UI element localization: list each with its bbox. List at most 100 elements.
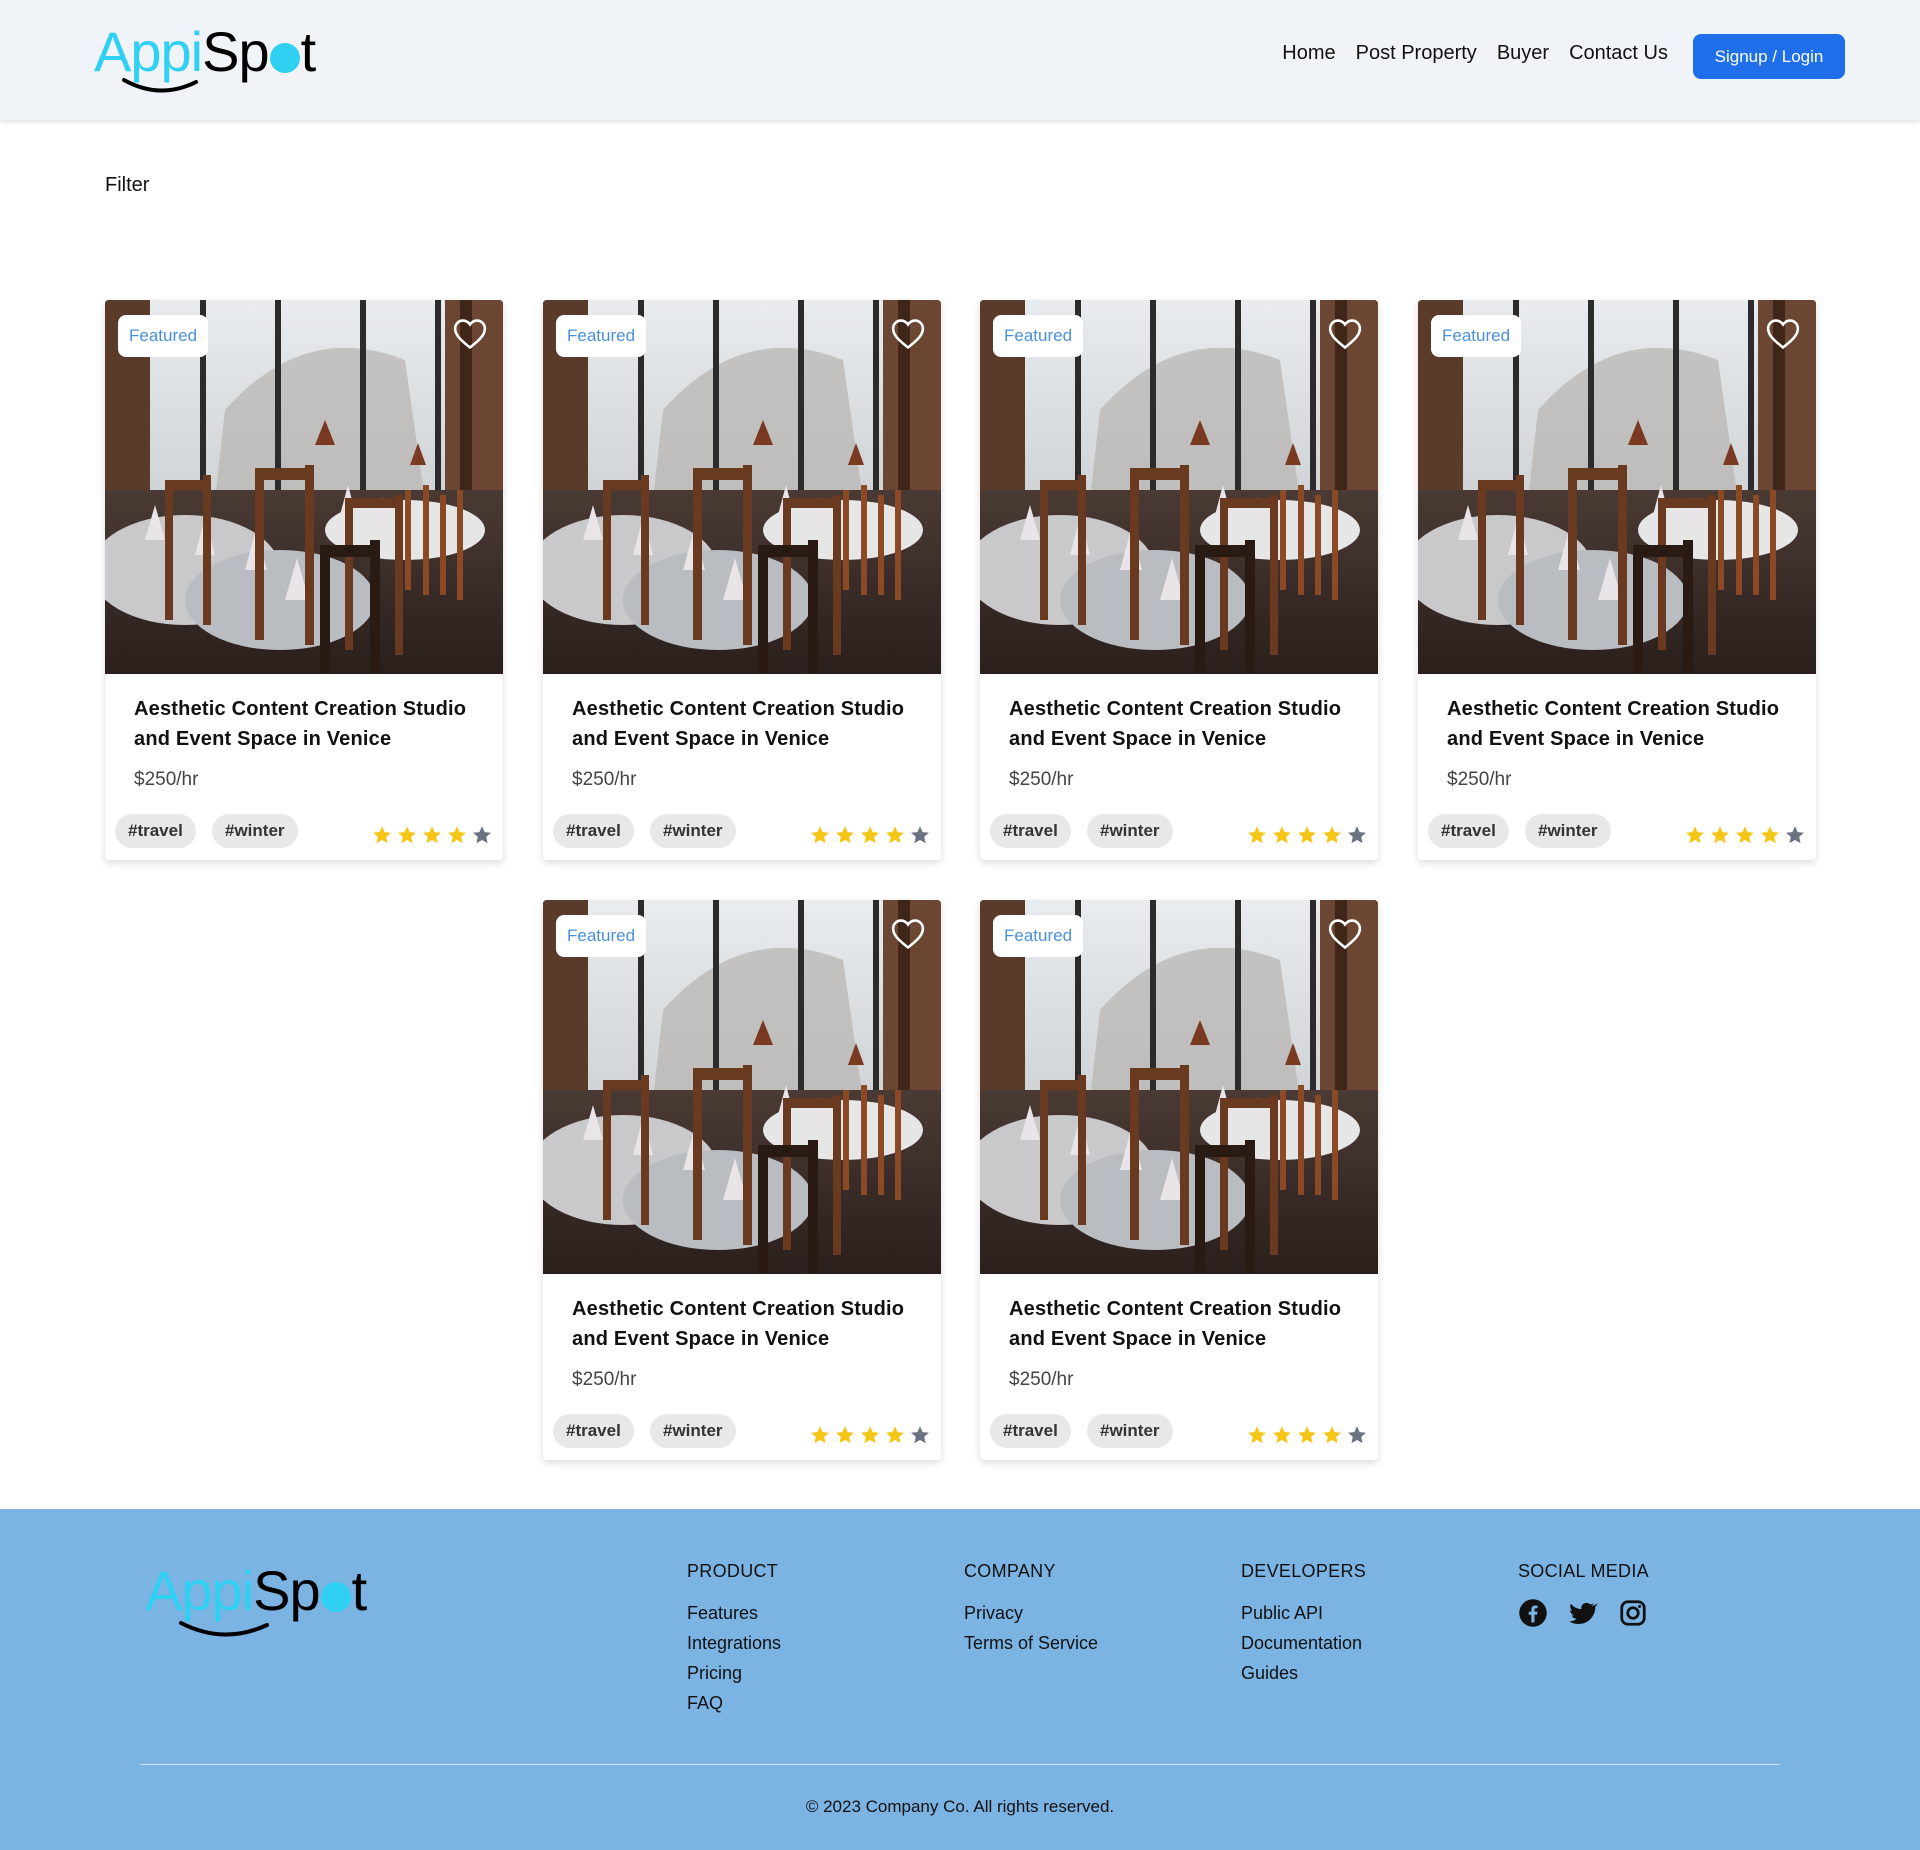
footer-heading: SOCIAL MEDIA (1518, 1561, 1649, 1581)
footer-link-guides[interactable]: Guides (1241, 1658, 1366, 1688)
star-empty-icon (911, 826, 929, 844)
listing-title[interactable]: Aesthetic Content Creation Studio and Ev… (572, 1294, 922, 1354)
tag-chip[interactable]: #travel (115, 814, 196, 848)
featured-badge: Featured (1431, 315, 1522, 357)
listing-card[interactable]: Featured Aesthetic Content Creation Stud… (543, 900, 941, 1460)
listing-card[interactable]: Featured Aesthetic Content Creation Stud… (980, 300, 1378, 860)
footer-link-pricing[interactable]: Pricing (687, 1658, 781, 1688)
tag-chip[interactable]: #winter (650, 1414, 736, 1448)
footer-link-documentation[interactable]: Documentation (1241, 1628, 1366, 1658)
star-filled-icon (836, 826, 854, 844)
listing-price: $250/hr (1009, 769, 1074, 790)
copyright-text: © 2023 Company Co. All rights reserved. (805, 1797, 1115, 1816)
rating-stars (1246, 1424, 1368, 1446)
footer-column-product: PRODUCT Features Integrations Pricing FA… (687, 1561, 781, 1718)
tag-chip[interactable]: #winter (212, 814, 298, 848)
tag-chip[interactable]: #travel (990, 1414, 1071, 1448)
heart-icon (891, 319, 925, 350)
listing-card[interactable]: Featured Aesthetic Content Creation Stud… (1418, 300, 1816, 860)
logo-dot (269, 43, 300, 73)
listing-title[interactable]: Aesthetic Content Creation Studio and Ev… (134, 694, 484, 754)
listing-card[interactable]: Featured Aesthetic Content Creation Stud… (543, 300, 941, 860)
footer-column-developers: DEVELOPERS Public API Documentation Guid… (1241, 1561, 1366, 1688)
footer-link-features[interactable]: Features (687, 1598, 781, 1628)
favorite-button[interactable] (453, 318, 487, 355)
footer-link-terms[interactable]: Terms of Service (964, 1628, 1098, 1658)
star-filled-icon (1323, 1426, 1341, 1444)
tag-chip[interactable]: #travel (553, 814, 634, 848)
listing-title[interactable]: Aesthetic Content Creation Studio and Ev… (572, 694, 922, 754)
heart-icon (1766, 319, 1800, 350)
site-header: AppiSp t Home Post Property Buyer Contact… (0, 0, 1920, 120)
listing-card[interactable]: Featured Aesthetic Content Creation Stud… (980, 900, 1378, 1460)
listing-price: $250/hr (134, 769, 199, 790)
nav-contact-us[interactable]: Contact Us (1569, 42, 1668, 65)
listing-price: $250/hr (572, 1369, 637, 1390)
rating-stars (1246, 824, 1368, 846)
tag-chip[interactable]: #winter (1525, 814, 1611, 848)
star-filled-icon (1736, 826, 1754, 844)
signup-login-button[interactable]: Signup / Login (1693, 34, 1845, 79)
star-filled-icon (448, 826, 466, 844)
star-filled-icon (398, 826, 416, 844)
star-filled-icon (811, 1426, 829, 1444)
footer-heading: DEVELOPERS (1241, 1561, 1367, 1581)
rating-stars (371, 824, 493, 846)
star-filled-icon (886, 1426, 904, 1444)
footer-link-privacy[interactable]: Privacy (964, 1598, 1098, 1628)
footer-logo[interactable]: AppiSp t (145, 1561, 367, 1637)
site-logo[interactable]: AppiSp t (94, 22, 334, 106)
featured-badge: Featured (118, 315, 209, 357)
instagram-icon[interactable] (1618, 1598, 1648, 1628)
heart-icon (1328, 319, 1362, 350)
listing-title[interactable]: Aesthetic Content Creation Studio and Ev… (1447, 694, 1797, 754)
favorite-button[interactable] (1766, 318, 1800, 355)
star-filled-icon (1273, 1426, 1291, 1444)
star-filled-icon (1761, 826, 1779, 844)
tag-chip[interactable]: #winter (1087, 1414, 1173, 1448)
filter-toggle[interactable]: Filter (105, 174, 149, 197)
favorite-button[interactable] (1328, 918, 1362, 955)
listing-title[interactable]: Aesthetic Content Creation Studio and Ev… (1009, 694, 1359, 754)
star-filled-icon (1298, 826, 1316, 844)
footer-link-integrations[interactable]: Integrations (687, 1628, 781, 1658)
star-empty-icon (1786, 826, 1804, 844)
tag-chip[interactable]: #winter (650, 814, 736, 848)
logo-smile-icon (179, 1621, 269, 1637)
facebook-icon[interactable] (1518, 1598, 1548, 1628)
footer-divider (140, 1764, 1780, 1765)
star-filled-icon (373, 826, 391, 844)
favorite-button[interactable] (891, 918, 925, 955)
nav-buyer[interactable]: Buyer (1497, 42, 1549, 65)
listing-title[interactable]: Aesthetic Content Creation Studio and Ev… (1009, 1294, 1359, 1354)
listing-card[interactable]: Featured Aesthetic Content Creation Stud… (105, 300, 503, 860)
star-filled-icon (861, 1426, 879, 1444)
star-filled-icon (1273, 826, 1291, 844)
star-filled-icon (1686, 826, 1704, 844)
footer-column-social: SOCIAL MEDIA (1518, 1561, 1649, 1628)
site-footer: AppiSp t PRODUCT Features Integrations Pr… (0, 1509, 1920, 1850)
favorite-button[interactable] (1328, 318, 1362, 355)
footer-link-faq[interactable]: FAQ (687, 1688, 781, 1718)
tag-chip[interactable]: #travel (990, 814, 1071, 848)
twitter-icon[interactable] (1568, 1598, 1598, 1628)
nav-home[interactable]: Home (1282, 42, 1335, 65)
rating-stars (809, 824, 931, 846)
footer-heading: PRODUCT (687, 1561, 779, 1581)
footer-link-public-api[interactable]: Public API (1241, 1598, 1366, 1628)
nav-post-property[interactable]: Post Property (1356, 42, 1477, 65)
star-filled-icon (1248, 1426, 1266, 1444)
star-filled-icon (1248, 826, 1266, 844)
heart-icon (453, 319, 487, 350)
star-empty-icon (1348, 826, 1366, 844)
rating-stars (1684, 824, 1806, 846)
tag-chip[interactable]: #travel (553, 1414, 634, 1448)
featured-badge: Featured (993, 915, 1084, 957)
tag-chip[interactable]: #winter (1087, 814, 1173, 848)
logo-smile-icon (122, 78, 198, 93)
favorite-button[interactable] (891, 318, 925, 355)
star-filled-icon (861, 826, 879, 844)
star-filled-icon (886, 826, 904, 844)
star-empty-icon (911, 1426, 929, 1444)
tag-chip[interactable]: #travel (1428, 814, 1509, 848)
